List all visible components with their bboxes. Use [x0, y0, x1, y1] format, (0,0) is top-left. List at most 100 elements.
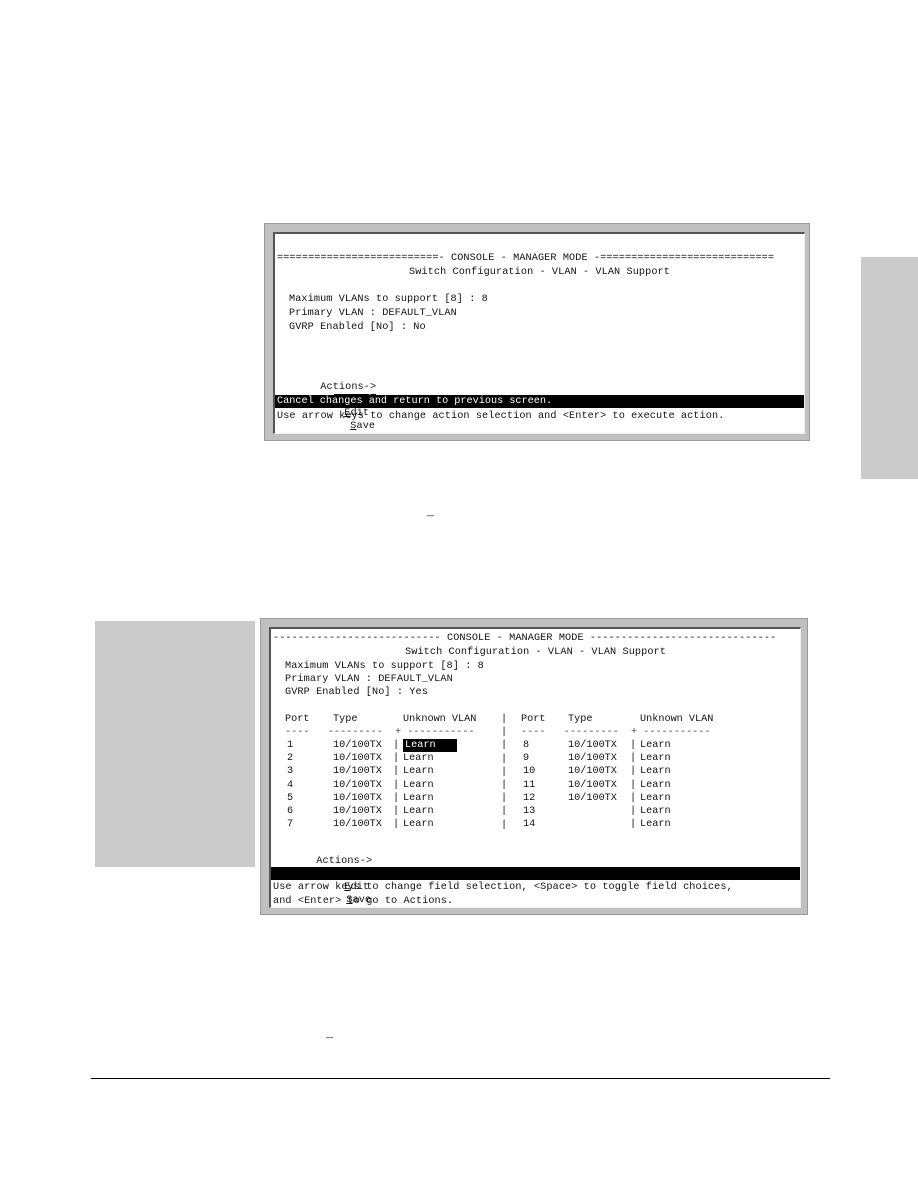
footer-rule [91, 1078, 830, 1079]
screen-subtitle: Switch Configuration - VLAN - VLAN Suppo… [405, 647, 666, 658]
help-line-2: and <Enter> to go to Actions. [273, 896, 454, 907]
field-value[interactable]: DEFAULT_VLAN [382, 308, 457, 319]
chapter-tab [861, 257, 918, 479]
underscore-mark: _ [326, 1027, 334, 1041]
field-primary-vlan[interactable]: Primary VLAN : DEFAULT_VLAN [285, 673, 453, 686]
header-divider: ---- --------- + ----------- [285, 727, 475, 738]
field-label: GVRP Enabled [No] : [289, 322, 408, 333]
field-value[interactable]: DEFAULT_VLAN [378, 674, 453, 685]
unknown-vlan-field[interactable]: Learn [403, 805, 434, 818]
type-cell: 10/100TX [333, 819, 382, 831]
type-cell: 10/100TX [333, 766, 382, 778]
underscore-mark: _ [427, 505, 435, 519]
port-cell: 13 [523, 806, 536, 817]
col-header-unknown-vlan: Unknown VLAN [403, 714, 477, 725]
status-bar [271, 867, 800, 880]
unknown-vlan-field[interactable]: Learn [640, 818, 671, 831]
field-label: Maximum VLANs to support [8] : [285, 661, 472, 672]
console-header: ==========================- CONSOLE - MA… [277, 253, 775, 264]
port-cell: 5 [287, 792, 294, 804]
port-cell: 4 [287, 779, 294, 791]
port-cell: 8 [523, 740, 530, 751]
port-cell: 12 [523, 792, 536, 804]
column-separator: | | | | | | | | | [501, 714, 508, 831]
status-bar: Cancel changes and return to previous sc… [275, 395, 804, 408]
field-value[interactable]: 8 [482, 294, 488, 305]
unknown-vlan-field[interactable]: Learn [403, 818, 434, 831]
field-label: GVRP Enabled [No] : [285, 687, 404, 698]
field-gvrp-enabled[interactable]: GVRP Enabled [No] : No [289, 321, 426, 334]
help-line-1: Use arrow keys to change field selection… [273, 882, 733, 893]
unknown-vlan-field[interactable]: Learn [403, 765, 434, 778]
cell-separator: | [393, 753, 400, 765]
cell-separator: | [393, 806, 400, 817]
console-screenshot-1: ==========================- CONSOLE - MA… [264, 223, 810, 441]
field-value[interactable]: No [413, 322, 425, 333]
cell-separator: | [630, 753, 637, 765]
field-max-vlans[interactable]: Maximum VLANs to support [8] : 8 [289, 293, 488, 306]
port-cell: 3 [287, 766, 294, 778]
unknown-vlan-field[interactable]: Learn [640, 805, 671, 818]
help-line: Use arrow keys to change action selectio… [277, 411, 725, 422]
cell-separator: | [630, 766, 637, 778]
col-header-type: Type [333, 714, 358, 725]
col-header-type: Type [568, 714, 593, 725]
terminal-window-2: --------------------------- CONSOLE - MA… [269, 627, 801, 908]
field-gvrp-enabled[interactable]: GVRP Enabled [No] : Yes [285, 686, 428, 699]
type-cell: 10/100TX [568, 753, 617, 765]
port-cell: 1 [287, 740, 294, 751]
type-cell: 10/100TX [568, 740, 617, 751]
cell-separator: | [393, 779, 400, 791]
sidebar-note-box [95, 621, 255, 867]
unknown-vlan-field[interactable]: Learn [403, 779, 434, 792]
unknown-vlan-field[interactable]: Learn [640, 779, 671, 792]
port-cell: 9 [523, 753, 530, 765]
unknown-vlan-field[interactable]: Learn [403, 739, 457, 753]
field-value[interactable]: 8 [478, 661, 484, 672]
unknown-vlan-field[interactable]: Learn [640, 765, 671, 778]
col-header-port: Port [285, 714, 310, 725]
unknown-vlan-field[interactable]: Learn [640, 792, 671, 805]
cell-separator: | [630, 806, 637, 817]
field-label: Primary VLAN : [289, 308, 376, 319]
actions-label: Actions-> [320, 382, 377, 393]
cell-separator: | [630, 740, 637, 751]
type-cell: 10/100TX [568, 792, 617, 804]
field-label: Primary VLAN : [285, 674, 372, 685]
type-cell: 10/100TX [333, 792, 382, 804]
field-label: Maximum VLANs to support [8] : [289, 294, 476, 305]
port-cell: 6 [287, 806, 294, 817]
field-value[interactable]: Yes [409, 687, 428, 698]
cell-separator: | [630, 779, 637, 791]
unknown-vlan-field[interactable]: Learn [403, 792, 434, 805]
type-cell: 10/100TX [568, 779, 617, 791]
col-header-port: Port [521, 714, 546, 725]
cell-separator: | [393, 819, 400, 831]
field-primary-vlan[interactable]: Primary VLAN : DEFAULT_VLAN [289, 307, 457, 320]
field-max-vlans[interactable]: Maximum VLANs to support [8] : 8 [285, 660, 484, 673]
cell-separator: | [393, 792, 400, 804]
help-action[interactable]: Help [350, 433, 375, 434]
help-action[interactable]: Help [346, 907, 371, 908]
unknown-vlan-field[interactable]: Learn [640, 752, 671, 765]
console-screenshot-2: --------------------------- CONSOLE - MA… [260, 618, 808, 915]
screen-subtitle: Switch Configuration - VLAN - VLAN Suppo… [409, 267, 670, 278]
port-cell: 11 [523, 779, 536, 791]
type-cell: 10/100TX [333, 740, 382, 751]
type-cell: 10/100TX [333, 779, 382, 791]
cell-separator: | [393, 740, 400, 751]
port-cell: 7 [287, 819, 294, 831]
type-cell: 10/100TX [333, 753, 382, 765]
port-cell: 10 [523, 766, 536, 778]
cell-separator: | [630, 819, 637, 831]
type-cell: 10/100TX [333, 806, 382, 817]
unknown-vlan-field[interactable]: Learn [640, 739, 671, 752]
terminal-window-1: ==========================- CONSOLE - MA… [273, 232, 805, 434]
col-header-unknown-vlan: Unknown VLAN [640, 714, 714, 725]
cell-separator: | [393, 766, 400, 778]
type-cell: 10/100TX [568, 766, 617, 778]
port-cell: 2 [287, 753, 294, 765]
header-divider: ---- --------- + ----------- [521, 727, 711, 738]
port-cell: 14 [523, 819, 536, 831]
unknown-vlan-field[interactable]: Learn [403, 752, 434, 765]
